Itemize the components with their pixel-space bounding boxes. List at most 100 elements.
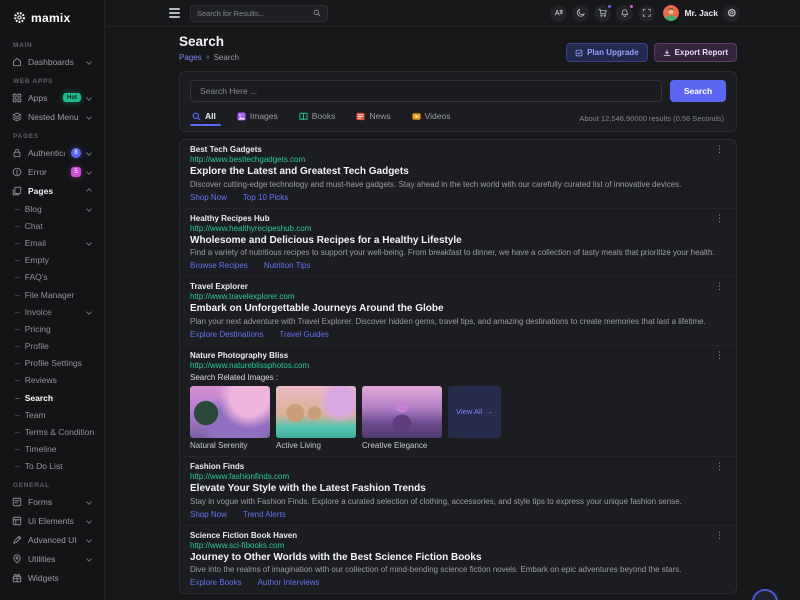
more-options-icon[interactable]: ⋮ xyxy=(713,462,726,470)
sidebar-subitem-profile-settings[interactable]: Profile Settings xyxy=(0,355,104,372)
sidebar-subitem-blog[interactable]: Blog xyxy=(0,200,104,217)
topbar-search-input[interactable] xyxy=(197,9,313,18)
related-image[interactable]: Active Living xyxy=(276,386,356,451)
sidebar-item-ui-elements[interactable]: Ui Elements xyxy=(0,511,104,530)
search-button[interactable]: Search xyxy=(670,80,726,102)
result-title: Fashion Finds xyxy=(190,462,244,471)
result-link[interactable]: Browse Recipes xyxy=(190,261,248,270)
sidebar-item-forms[interactable]: Forms xyxy=(0,492,104,511)
brand-logo[interactable]: mamix xyxy=(0,0,104,35)
search-tabs: All Images Books News Videos About 12,54… xyxy=(190,111,726,125)
result-url[interactable]: http://www.besttechgadgets.com xyxy=(190,155,726,164)
result-heading[interactable]: Explore the Latest and Greatest Tech Gad… xyxy=(190,167,726,178)
sidebar-item-error[interactable]: Error 5 xyxy=(0,162,104,181)
gear-icon[interactable] xyxy=(723,5,740,22)
sidebar-item-widgets[interactable]: Widgets xyxy=(0,568,104,587)
related-image-thumbnail[interactable] xyxy=(276,386,356,438)
cart-icon[interactable] xyxy=(594,5,611,22)
more-options-icon[interactable]: ⋮ xyxy=(713,145,726,153)
search-input[interactable] xyxy=(190,80,662,102)
result-url[interactable]: http://www.healthyrecipeshub.com xyxy=(190,224,726,233)
sidebar-item-authentication[interactable]: Authentication 8 xyxy=(0,143,104,162)
fullscreen-icon[interactable] xyxy=(638,5,655,22)
chevron-down-icon xyxy=(86,309,92,315)
result-link[interactable]: Trend Alerts xyxy=(243,510,286,519)
related-image-thumbnail[interactable] xyxy=(362,386,442,438)
more-options-icon[interactable]: ⋮ xyxy=(713,351,726,359)
result-heading[interactable]: Embark on Unforgettable Journeys Around … xyxy=(190,304,726,315)
bell-icon[interactable] xyxy=(616,5,633,22)
result-link[interactable]: Shop Now xyxy=(190,510,227,519)
result-url[interactable]: http://www.natureblissphotos.com xyxy=(190,361,726,370)
result-heading[interactable]: Elevate Your Style with the Latest Fashi… xyxy=(190,484,726,495)
sidebar-subitem-email[interactable]: Email xyxy=(0,234,104,251)
chevron-down-icon xyxy=(86,114,92,120)
result-description: Dive into the realms of imagination with… xyxy=(190,565,726,575)
tab-news[interactable]: News xyxy=(356,111,390,125)
sidebar-subitem-faqs[interactable]: FAQ's xyxy=(0,269,104,286)
result-url[interactable]: http://www.fashionfinds.com xyxy=(190,472,726,481)
page-title: Search xyxy=(179,34,239,49)
related-image[interactable]: Creative Elegance xyxy=(362,386,442,451)
hamburger-menu-icon[interactable] xyxy=(169,8,180,18)
sidebar-section-general: GENERAL xyxy=(0,475,104,492)
search-icon[interactable] xyxy=(313,9,321,17)
result-link[interactable]: Explore Books xyxy=(190,578,242,587)
tab-books[interactable]: Books xyxy=(299,111,336,125)
sidebar-subitem-reviews[interactable]: Reviews xyxy=(0,372,104,389)
sidebar-item-dashboards[interactable]: Dashboards xyxy=(0,52,104,71)
sidebar-subitem-chat[interactable]: Chat xyxy=(0,217,104,234)
result-item: Best Tech Gadgets⋮ http://www.besttechga… xyxy=(180,140,736,209)
result-link[interactable]: Top 10 Picks xyxy=(243,193,288,202)
sidebar-subitem-todo[interactable]: To Do List xyxy=(0,458,104,475)
breadcrumb-separator: » xyxy=(206,54,210,61)
result-link[interactable]: Explore Destinations xyxy=(190,330,263,339)
sidebar-item-advanced-ui[interactable]: Advanced UI xyxy=(0,530,104,549)
translate-icon[interactable] xyxy=(550,5,567,22)
sidebar-subitem-search[interactable]: Search xyxy=(0,389,104,406)
results-count: About 12,546,90000 results (0.56 Seconds… xyxy=(579,114,724,123)
view-all-button[interactable]: View All → xyxy=(448,386,501,438)
more-options-icon[interactable]: ⋮ xyxy=(713,282,726,290)
user-avatar[interactable] xyxy=(663,5,679,21)
sidebar-subitem-empty[interactable]: Empty xyxy=(0,252,104,269)
sidebar-subitem-invoice[interactable]: Invoice xyxy=(0,303,104,320)
related-images-row: Natural Serenity Active Living Creative … xyxy=(190,386,726,451)
more-options-icon[interactable]: ⋮ xyxy=(713,531,726,539)
tab-all[interactable]: All xyxy=(192,111,216,125)
chevron-down-icon xyxy=(86,95,92,101)
sidebar-subitem-terms[interactable]: Terms & Conditions xyxy=(0,423,104,440)
result-link[interactable]: Nutrition Tips xyxy=(264,261,311,270)
tab-videos[interactable]: Videos xyxy=(412,111,451,125)
sidebar-subitem-timeline[interactable]: Timeline xyxy=(0,441,104,458)
sidebar-subitem-file-manager[interactable]: File Manager xyxy=(0,286,104,303)
sidebar-subitem-profile[interactable]: Profile xyxy=(0,338,104,355)
more-options-icon[interactable]: ⋮ xyxy=(713,214,726,222)
result-heading[interactable]: Journey to Other Worlds with the Best Sc… xyxy=(190,553,726,564)
user-name[interactable]: Mr. Jack xyxy=(684,8,718,18)
plan-upgrade-button[interactable]: Plan Upgrade xyxy=(566,43,648,62)
result-heading[interactable]: Wholesome and Delicious Recipes for a He… xyxy=(190,236,726,247)
related-image-thumbnail[interactable] xyxy=(190,386,270,438)
sidebar-subitem-pricing[interactable]: Pricing xyxy=(0,320,104,337)
grid-icon xyxy=(12,93,22,103)
moon-icon[interactable] xyxy=(572,5,589,22)
related-image[interactable]: Natural Serenity xyxy=(190,386,270,451)
chevron-down-icon xyxy=(86,556,92,562)
result-link[interactable]: Author Interviews xyxy=(258,578,320,587)
sidebar-item-apps[interactable]: Apps Hot xyxy=(0,88,104,107)
chevron-down-icon xyxy=(86,499,92,505)
result-link[interactable]: Shop Now xyxy=(190,193,227,202)
sidebar-item-pages[interactable]: Pages xyxy=(0,181,104,200)
chevron-down-icon xyxy=(86,59,92,65)
breadcrumb-pages[interactable]: Pages xyxy=(179,53,202,62)
result-url[interactable]: http://www.travelexplorer.com xyxy=(190,292,726,301)
sidebar-subitem-team[interactable]: Team xyxy=(0,406,104,423)
export-report-button[interactable]: Export Report xyxy=(654,43,737,62)
tab-images[interactable]: Images xyxy=(237,111,278,125)
chevron-down-icon xyxy=(86,150,92,156)
result-url[interactable]: http://www.sci-fibooks.com xyxy=(190,541,726,550)
sidebar-item-utilities[interactable]: Utilities xyxy=(0,549,104,568)
result-link[interactable]: Travel Guides xyxy=(279,330,329,339)
sidebar-item-nested-menu[interactable]: Nested Menu xyxy=(0,107,104,126)
